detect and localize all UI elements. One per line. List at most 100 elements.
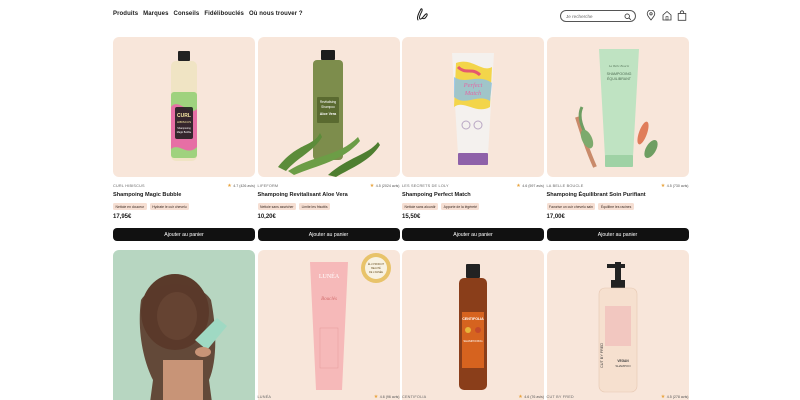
- rating-text: 4.5 (278 avis): [666, 395, 689, 399]
- add-to-cart-button[interactable]: Ajouter au panier: [257, 228, 400, 241]
- product-image[interactable]: CURL HIBISCUS Shampooing Magic Bubble: [113, 37, 255, 177]
- product-image[interactable]: Perfect Match: [402, 37, 544, 177]
- product-brand: Lifeform: [257, 184, 279, 188]
- product-rating: ★ 4.5 (730 avis): [660, 182, 689, 189]
- product-rating: ★ 4.6 (76 avis): [518, 393, 544, 400]
- product-brand: Lunéa: [257, 395, 272, 399]
- nav-produits[interactable]: Produits: [113, 11, 138, 17]
- star-icon: ★: [518, 393, 523, 400]
- product-tag: Nettoie en douceur: [113, 203, 147, 210]
- bottle-label-brand: CENTIFOLIA: [462, 317, 484, 321]
- add-to-cart-button[interactable]: Ajouter au panier: [402, 228, 544, 241]
- product-tag: Nettoie sans alourdir: [402, 203, 439, 210]
- product-image[interactable]: Revitalising Shampoo Aloe Vera: [257, 37, 400, 177]
- rating-text: 4.5 (2024 avis): [375, 184, 400, 188]
- bottle-label-type: Shampooing: [177, 127, 191, 130]
- rating-text: 4.6 (76 avis): [524, 395, 544, 399]
- bottle-label-brand: HIBISCUS: [177, 120, 191, 124]
- product-name[interactable]: Shampoing Revitalisant Aloe Vera: [258, 192, 400, 198]
- product-meta: Curl Hibiscus ★ 4.7 (426 avis) Shampoing …: [113, 183, 255, 220]
- bottle-label-line1: Revitalising: [319, 100, 336, 104]
- product-rating: ★ 4.6 (597 avis): [516, 182, 544, 189]
- tube-label-name: Bouclés: [321, 297, 337, 302]
- bottle-label-curl: CURL: [177, 113, 191, 119]
- add-to-cart-button[interactable]: Ajouter au panier: [546, 228, 689, 241]
- bottle-label-type: SHAMPOOING: [463, 339, 482, 343]
- award-badge-line3: DE L'ANNÉE: [368, 271, 382, 274]
- rating-text: 4.6 (96 avis): [379, 395, 400, 399]
- product-brand: Centifolia: [402, 395, 427, 399]
- product-meta: Cut by Fred ★ 4.5 (278 avis): [547, 394, 689, 400]
- product-image[interactable]: La Belle Boucle SHAMPOOING ÉQUILIBRANT: [546, 37, 689, 177]
- product-tag: Limite les frisottis: [299, 203, 331, 210]
- bottle-illustration: Revitalising Shampoo Aloe Vera: [277, 50, 380, 177]
- product-rating: ★ 4.5 (278 avis): [660, 393, 689, 400]
- product-price: 17,95€: [113, 214, 132, 220]
- nav-conseils[interactable]: Conseils: [174, 11, 200, 17]
- tube-label-brand: La Belle Boucle: [607, 64, 629, 68]
- product-tag: Favorise un cuir chevelu sain: [546, 203, 596, 210]
- tube-illustration: La Belle Boucle SHAMPOOING ÉQUILIBRANT: [574, 49, 658, 168]
- bottle-label-name: Magic Bubble: [177, 131, 192, 134]
- tube-label-brand: LUNÉA: [318, 272, 339, 280]
- add-to-cart-button[interactable]: Ajouter au panier: [113, 228, 255, 241]
- rating-text: 4.6 (597 avis): [522, 184, 544, 188]
- nav-marques[interactable]: Marques: [143, 11, 168, 17]
- search-icon[interactable]: [624, 13, 632, 21]
- logo-icon[interactable]: [414, 7, 430, 23]
- tube-illustration: LUNÉA Bouclés ÉLU PRODUIT BEAUTÉ DE L'AN…: [309, 253, 391, 390]
- model-photo: [139, 274, 227, 400]
- pump-bottle-illustration: CUT BY FRED VEGAN SHAMPOO: [598, 262, 637, 393]
- product-brand: La belle boucle: [546, 184, 584, 188]
- home-icon[interactable]: [662, 10, 672, 21]
- product-meta: Centifolia ★ 4.6 (76 avis): [402, 394, 544, 400]
- product-brand: Les secrets de Loly: [402, 184, 449, 188]
- tube-illustration: Perfect Match: [452, 53, 494, 165]
- star-icon: ★: [660, 182, 666, 189]
- tube-label-type: SHAMPOOING: [606, 72, 631, 76]
- product-price: 10,20€: [257, 214, 276, 220]
- product-brand: Cut by Fred: [546, 395, 574, 399]
- location-pin-icon[interactable]: [646, 10, 656, 21]
- product-meta: Lifeform ★ 4.5 (2024 avis) Shampoing Revi…: [257, 182, 400, 220]
- product-tag: Équilibre les racines: [598, 203, 634, 210]
- promo-image[interactable]: [113, 250, 255, 400]
- bag-icon[interactable]: [677, 10, 687, 21]
- site-header: Produits Marques Conseils Fidélibouclés …: [0, 0, 800, 32]
- product-tag: Hydrate le cuir chevelu: [149, 203, 190, 210]
- star-icon: ★: [369, 182, 375, 189]
- product-name[interactable]: Shampoing Magic Bubble: [113, 192, 255, 198]
- bottle-label-line3: Aloe Vera: [319, 112, 336, 116]
- star-icon: ★: [660, 393, 666, 400]
- bottle-label-brand: CUT BY FRED: [600, 343, 604, 368]
- product-tag: Apporte de la légèreté: [441, 203, 480, 210]
- bottle-illustration: CENTIFOLIA SHAMPOOING: [459, 264, 487, 390]
- product-rating: ★ 4.6 (96 avis): [373, 393, 400, 400]
- star-icon: ★: [516, 182, 521, 189]
- main-nav: Produits Marques Conseils Fidélibouclés …: [113, 11, 303, 17]
- bottle-label-vegan: VEGAN: [617, 359, 629, 363]
- star-icon: ★: [373, 393, 379, 400]
- product-tag: Nettoie sans assécher: [257, 203, 297, 210]
- bottle-illustration: CURL HIBISCUS Shampooing Magic Bubble: [171, 51, 197, 161]
- product-rating: ★ 4.7 (426 avis): [227, 182, 255, 189]
- tube-label-line2: Match: [464, 90, 482, 97]
- nav-fidelibouches[interactable]: Fidélibouclés: [204, 11, 244, 17]
- nav-ou-nous-trouver[interactable]: Où nous trouver ?: [249, 11, 303, 17]
- product-rating: ★ 4.5 (2024 avis): [369, 182, 400, 189]
- tube-label-line1: Perfect: [463, 82, 483, 89]
- search-input[interactable]: [566, 13, 624, 19]
- product-price: 15,50€: [402, 214, 421, 220]
- product-image[interactable]: CENTIFOLIA SHAMPOOING: [402, 250, 544, 400]
- search-bar[interactable]: [560, 10, 636, 22]
- product-name[interactable]: Shampoing Perfect Match: [402, 192, 544, 198]
- bottle-label-type: SHAMPOO: [615, 364, 631, 368]
- product-meta: Les secrets de Loly ★ 4.6 (597 avis) Sham…: [402, 183, 544, 220]
- product-image[interactable]: LUNÉA Bouclés ÉLU PRODUIT BEAUTÉ DE L'AN…: [257, 250, 400, 400]
- product-price: 17,00€: [546, 214, 565, 220]
- product-image[interactable]: CUT BY FRED VEGAN SHAMPOO: [546, 250, 689, 400]
- award-badge-line2: BEAUTÉ: [371, 267, 381, 270]
- star-icon: ★: [227, 182, 232, 189]
- rating-text: 4.5 (730 avis): [666, 184, 689, 188]
- product-name[interactable]: Shampoing Équilibrant Soin Purifiant: [547, 192, 689, 198]
